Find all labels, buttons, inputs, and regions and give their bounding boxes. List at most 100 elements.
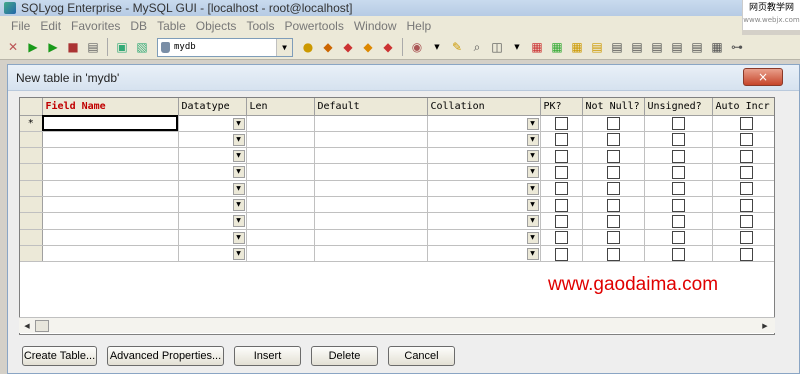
column-header-len[interactable]: Len (246, 98, 315, 116)
default-cell[interactable] (314, 147, 428, 165)
advanced-properties-button[interactable]: Advanced Properties... (107, 346, 224, 366)
menu-file[interactable]: File (6, 19, 35, 33)
field-name-cell[interactable] (42, 180, 179, 197)
table-row[interactable]: ▼ ▼ (20, 212, 774, 230)
scroll-left-icon[interactable]: ◀ (21, 320, 33, 332)
row-header[interactable] (20, 131, 43, 149)
backup-icon[interactable]: ◆ (319, 38, 337, 56)
unsigned-checkbox[interactable] (671, 117, 685, 131)
not-null-checkbox[interactable] (606, 214, 620, 228)
table-row[interactable]: ▼ ▼ (20, 229, 774, 246)
auto-incr-checkbox[interactable] (739, 117, 753, 131)
chevron-down-icon[interactable]: ▼ (276, 38, 292, 56)
query-builder-icon[interactable]: ▣ (113, 38, 131, 56)
default-cell[interactable] (314, 115, 428, 132)
field-name-cell[interactable] (42, 147, 179, 165)
table-row[interactable]: ▼ ▼ (20, 163, 774, 181)
pk-checkbox[interactable] (554, 166, 568, 180)
unsigned-checkbox[interactable] (671, 247, 685, 261)
collation-cell[interactable]: ▼ (427, 115, 541, 132)
auto-incr-checkbox[interactable] (739, 182, 753, 196)
not-null-checkbox[interactable] (606, 117, 620, 131)
chevron-down-icon[interactable]: ▼ (526, 247, 539, 260)
column-header-datatype[interactable]: Datatype (178, 98, 247, 116)
datatype-cell[interactable]: ▼ (178, 212, 247, 230)
menu-help[interactable]: Help (402, 19, 437, 33)
datatype-cell[interactable]: ▼ (178, 229, 247, 246)
row-header[interactable] (20, 196, 43, 214)
table-icon[interactable]: ▦ (528, 38, 546, 56)
insert-button[interactable]: Insert (234, 346, 301, 366)
chevron-down-icon[interactable]: ▼ (526, 231, 539, 244)
field-name-cell[interactable] (42, 196, 179, 214)
datatype-cell[interactable]: ▼ (178, 180, 247, 197)
collation-cell[interactable]: ▼ (427, 245, 541, 263)
row-header[interactable] (20, 245, 43, 263)
table-row[interactable]: ▼ ▼ (20, 180, 774, 197)
schema-diagram-icon[interactable]: ⊶ (728, 38, 746, 56)
collation-cell[interactable]: ▼ (427, 131, 541, 149)
not-null-checkbox[interactable] (606, 231, 620, 245)
schema-icon[interactable]: ▧ (133, 38, 151, 56)
chevron-down-icon[interactable]: ▼ (232, 231, 245, 244)
chevron-down-icon[interactable]: ▼ (232, 150, 245, 163)
field-name-cell[interactable] (42, 163, 179, 181)
not-null-checkbox[interactable] (606, 133, 620, 147)
column-header-auto-incr[interactable]: Auto Incr (712, 98, 774, 116)
close-button[interactable]: × (743, 68, 783, 86)
chevron-down-icon[interactable]: ▼ (526, 133, 539, 146)
collation-cell[interactable]: ▼ (427, 163, 541, 181)
menu-window[interactable]: Window (349, 19, 402, 33)
menu-edit[interactable]: Edit (35, 19, 66, 33)
scroll-right-icon[interactable]: ▶ (759, 320, 771, 332)
default-cell[interactable] (314, 131, 428, 149)
pk-checkbox[interactable] (554, 117, 568, 131)
unsigned-checkbox[interactable] (671, 231, 685, 245)
len-cell[interactable] (246, 196, 315, 214)
column-header-field-name[interactable]: Field Name (42, 98, 179, 116)
table-row[interactable]: ▼ ▼ (20, 245, 774, 263)
datatype-cell[interactable]: ▼ (178, 131, 247, 149)
not-null-checkbox[interactable] (606, 166, 620, 180)
unsigned-checkbox[interactable] (671, 198, 685, 212)
datatype-cell[interactable]: ▼ (178, 163, 247, 181)
table-structure-icon[interactable]: ▦ (568, 38, 586, 56)
chevron-down-icon[interactable]: ▼ (526, 198, 539, 211)
pk-checkbox[interactable] (554, 231, 568, 245)
len-cell[interactable] (246, 245, 315, 263)
table-import-icon[interactable]: ▤ (648, 38, 666, 56)
delete-button[interactable]: Delete (311, 346, 378, 366)
menu-db[interactable]: DB (125, 19, 152, 33)
users-icon[interactable]: ◉ (408, 38, 426, 56)
auto-incr-checkbox[interactable] (739, 247, 753, 261)
chevron-down-icon[interactable]: ▼ (232, 215, 245, 228)
unsigned-checkbox[interactable] (671, 149, 685, 163)
chevron-down-icon[interactable]: ▼ (526, 150, 539, 163)
auto-incr-checkbox[interactable] (739, 198, 753, 212)
chevron-down-icon[interactable]: ▼ (526, 215, 539, 228)
chevron-down-icon[interactable]: ▼ (526, 117, 539, 130)
collation-cell[interactable]: ▼ (427, 212, 541, 230)
table-row[interactable]: ▼ ▼ (20, 131, 774, 149)
field-name-cell[interactable] (42, 245, 179, 263)
menu-tools[interactable]: Tools (241, 19, 279, 33)
horizontal-scrollbar[interactable]: ◀ ▶ (19, 317, 775, 333)
menu-table[interactable]: Table (152, 19, 191, 33)
pk-checkbox[interactable] (554, 182, 568, 196)
row-header[interactable] (20, 180, 43, 197)
default-cell[interactable] (314, 229, 428, 246)
clean-icon[interactable]: ✎ (448, 38, 466, 56)
len-cell[interactable] (246, 180, 315, 197)
menu-favorites[interactable]: Favorites (66, 19, 125, 33)
chevron-down-icon[interactable]: ▼ (232, 247, 245, 260)
field-name-cell[interactable] (42, 229, 179, 246)
row-header[interactable] (20, 163, 43, 181)
table-row[interactable]: ▼ ▼ (20, 147, 774, 165)
chevron-down-icon[interactable]: ▼ (526, 166, 539, 179)
table-row[interactable]: ▼ ▼ (20, 196, 774, 214)
chevron-down-icon[interactable]: ▼ (232, 166, 245, 179)
table-copy-icon[interactable]: ▤ (588, 38, 606, 56)
stop-icon[interactable]: ■ (64, 38, 82, 56)
table-export-icon[interactable]: ▤ (628, 38, 646, 56)
datatype-cell[interactable]: ▼ (178, 147, 247, 165)
